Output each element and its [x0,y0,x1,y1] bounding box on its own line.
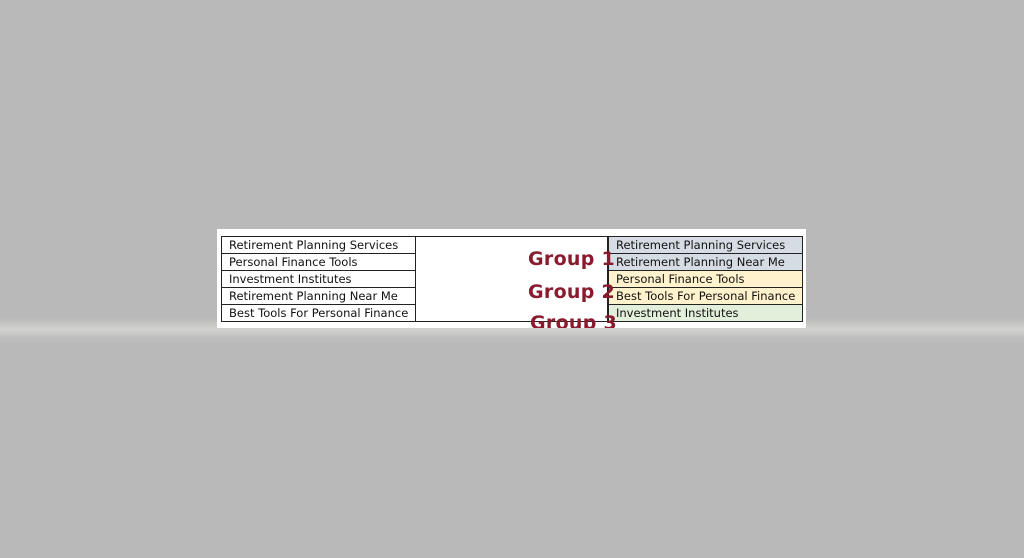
group3-keyword-cell: Investment Institutes [608,304,803,322]
table-row: Personal Finance Tools [608,270,803,288]
spreadsheet-snippet: Retirement Planning Services Personal Fi… [217,229,806,328]
keyword-cell: Personal Finance Tools [221,253,416,271]
table-row: Retirement Planning Services [608,236,803,254]
group2-keyword-cell: Best Tools For Personal Finance [608,287,803,305]
table-row: Investment Institutes [608,304,803,322]
keyword-cell: Investment Institutes [221,270,416,288]
group-1-label: Group 1 [528,248,616,270]
keyword-cell: Best Tools For Personal Finance [221,304,416,322]
keyword-cell: Retirement Planning Services [221,236,416,254]
group1-keyword-cell: Retirement Planning Services [608,236,803,254]
group-2-label: Group 2 [528,281,616,303]
group1-keyword-cell: Retirement Planning Near Me [608,253,803,271]
table-row: Best Tools For Personal Finance [608,287,803,305]
group-3-label: Group 3 [530,312,618,328]
keyword-cell: Retirement Planning Near Me [221,287,416,305]
table-row: Retirement Planning Near Me [608,253,803,271]
group2-keyword-cell: Personal Finance Tools [608,270,803,288]
grouped-keyword-table: Retirement Planning Services Retirement … [608,236,803,322]
